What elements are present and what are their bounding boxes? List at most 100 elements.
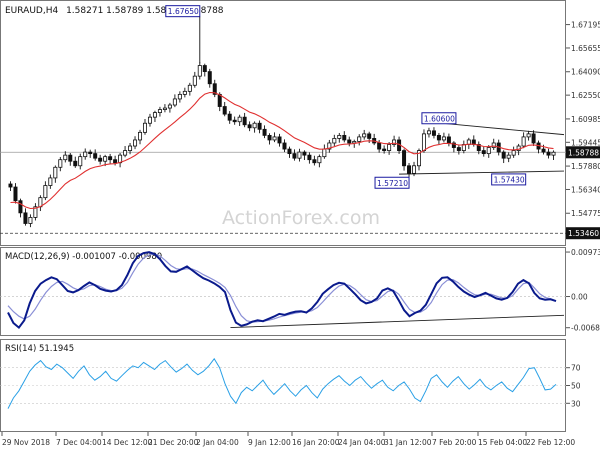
annotation-label: 1.60600 (424, 114, 455, 123)
candle-body (297, 151, 302, 159)
candle-body (347, 139, 352, 144)
candle-body (73, 160, 78, 167)
candle-body (272, 136, 277, 141)
x-tick-label: 15 Feb 04:00 (478, 438, 527, 447)
rsi-tick-label: 30 (571, 399, 581, 408)
candle-body (307, 154, 312, 161)
x-tick-label: 2 Jan 04:00 (196, 438, 239, 447)
price-tick-label: 1.62550 (571, 91, 600, 100)
x-tick-label: 16 Jan 20:00 (292, 438, 340, 447)
candle-body (282, 142, 287, 150)
candle-body (108, 156, 113, 161)
candle-body (8, 183, 13, 188)
candle-body (242, 116, 247, 126)
rsi-header: RSI(14) 51.1945 (5, 344, 74, 354)
x-tick-label: 9 Jan 12:00 (248, 438, 291, 447)
trading-chart: ActionForex.com EURAUD,H4 1.58271 1.5878… (0, 0, 600, 450)
candle-body (58, 159, 63, 168)
candle-body (352, 141, 357, 144)
candle-body (357, 136, 362, 142)
candle-body (446, 136, 451, 144)
x-tick-label: 7 Feb 20:00 (432, 438, 477, 447)
price-tick-label: 1.64090 (571, 68, 600, 77)
candle-body (128, 145, 133, 151)
candle-body (83, 151, 88, 158)
candle-body (292, 153, 297, 159)
candle-body (123, 150, 128, 156)
candle-body (63, 154, 68, 161)
price-tick-label: 1.65655 (571, 44, 600, 53)
watermark: ActionForex.com (222, 207, 380, 229)
candle-body (541, 148, 546, 153)
candle-body (367, 133, 372, 139)
last-price-label: 1.58788 (568, 148, 599, 157)
candle-body (237, 116, 242, 123)
candle-body (362, 133, 367, 138)
candle-body (197, 65, 202, 77)
candle-body (267, 134, 272, 141)
x-tick-label: 21 Dec 20:00 (148, 438, 199, 447)
x-tick-label: 24 Jan 04:00 (338, 438, 386, 447)
price-annotation: 1.57210 (374, 176, 410, 189)
annotation-label: 1.67650 (168, 7, 199, 16)
candle-body (332, 138, 337, 144)
price-annotation: 1.60600 (421, 112, 457, 125)
support-label: 1.53460 (568, 229, 599, 238)
candle-body (407, 165, 412, 174)
candle-body (147, 116, 152, 124)
candle-body (486, 147, 491, 155)
candle-body (521, 136, 526, 147)
candle-body (48, 177, 53, 186)
candle-body (103, 156, 108, 162)
candle-body (227, 113, 232, 121)
candle-body (202, 65, 207, 72)
macd-header: MACD(12,26,9) -0.001007 -0.000980 (5, 252, 162, 262)
candle-body (287, 148, 292, 155)
candle-body (68, 154, 73, 162)
candle-body (262, 128, 267, 136)
macd-tick-label: 0.00 (571, 293, 588, 302)
candle-body (157, 109, 162, 114)
candle-body (441, 136, 446, 141)
x-tick-label: 22 Feb 12:00 (526, 438, 575, 447)
candle-body (93, 153, 98, 159)
candle-body (182, 90, 187, 95)
candle-body (322, 148, 327, 158)
candle-body (506, 154, 511, 159)
candle-body (192, 75, 197, 86)
annotation-label: 1.57210 (377, 179, 408, 188)
candle-body (317, 156, 322, 164)
x-tick-label: 31 Jan 12:00 (384, 438, 432, 447)
candle-body (222, 106, 227, 115)
candle-body (207, 71, 212, 85)
candle-body (252, 122, 257, 129)
x-tick-label: 7 Dec 04:00 (56, 438, 102, 447)
candle-body (412, 165, 417, 174)
price-tick-label: 1.67195 (571, 21, 600, 30)
candle-body (13, 186, 18, 202)
candle-body (257, 122, 262, 130)
candle-body (551, 151, 556, 156)
x-tick-label: 29 Nov 2018 (2, 438, 50, 447)
candle-body (382, 148, 387, 151)
candle-body (78, 156, 83, 167)
candle-body (167, 104, 172, 109)
candle-body (501, 151, 506, 159)
price-tick-label: 1.59445 (571, 138, 600, 147)
candle-body (377, 142, 382, 150)
candle-body (138, 131, 143, 141)
candle-body (172, 98, 177, 106)
candle-body (277, 136, 282, 144)
candle-body (18, 200, 23, 214)
candle-body (337, 134, 342, 139)
candle-body (511, 150, 516, 156)
candle-body (387, 144, 392, 151)
candle-body (456, 147, 461, 151)
candle-body (421, 133, 426, 151)
price-tick-label: 1.56340 (571, 185, 600, 194)
candle-body (531, 133, 536, 144)
candle-body (28, 217, 33, 224)
candle-body (481, 150, 486, 155)
candle-body (342, 134, 347, 141)
candle-body (162, 107, 167, 110)
